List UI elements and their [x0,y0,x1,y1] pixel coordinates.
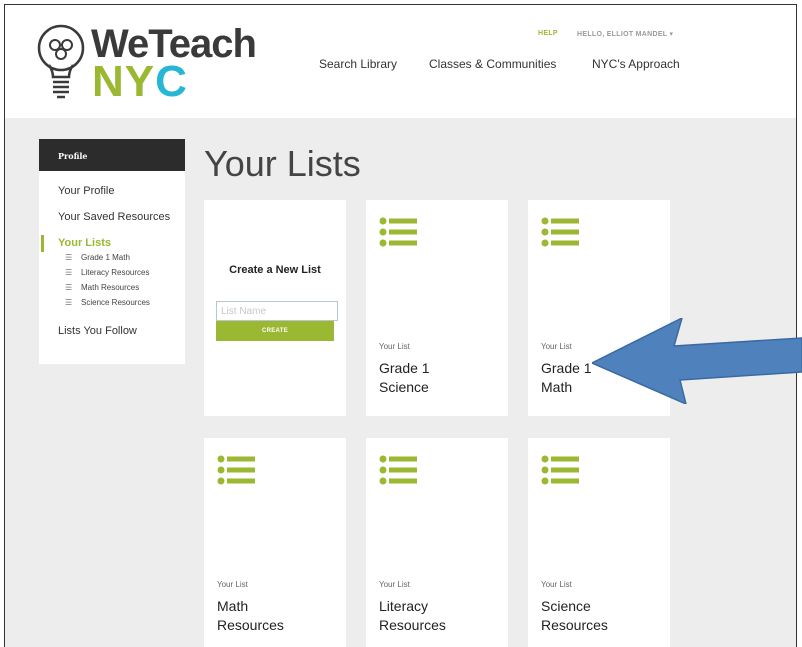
card-name-line1: Science [541,598,591,614]
logo-letter-c: C [155,57,188,106]
list-icon [379,217,417,247]
list-icon: ☰ [65,298,73,307]
list-card[interactable]: Your List Science Resources [528,438,670,647]
sidebar-sublist-item[interactable]: ☰ Science Resources [65,298,150,307]
card-name-line1: Grade 1 [541,360,592,376]
sublist-label: Grade 1 Math [81,253,130,262]
logo-letter-y: Y [124,57,156,106]
card-name-line2: Resources [217,617,284,633]
sidebar-item-saved-resources[interactable]: Your Saved Resources [58,211,170,223]
page-title: Your Lists [204,143,361,184]
card-kicker: Your List [379,580,410,589]
list-icon [541,455,579,485]
card-name-line2: Science [379,379,429,395]
sidebar-sublist-item[interactable]: ☰ Math Resources [65,283,139,292]
list-icon: ☰ [65,283,73,292]
create-list-heading: Create a New List [229,264,321,276]
sidebar-item-your-lists[interactable]: Your Lists [58,237,111,249]
card-name-line2: Resources [379,617,446,633]
list-icon [217,455,255,485]
create-button[interactable]: CREATE [216,321,334,341]
list-icon [541,217,579,247]
lightbulb-icon [37,24,85,99]
sublist-label: Math Resources [81,283,140,292]
profile-sidebar: Profile Your Profile Your Saved Resource… [39,139,185,364]
logo-letter-n: N [92,57,125,106]
card-name-line1: Literacy [379,598,429,614]
list-card[interactable]: Your List Literacy Resources [366,438,508,647]
card-name-line1: Math [217,598,249,614]
site-logo[interactable]: WeTeach NYC [35,19,257,109]
sidebar-item-lists-you-follow[interactable]: Lists You Follow [58,325,137,337]
card-name-line2: Math [541,379,573,395]
card-name-line2: Resources [541,617,608,633]
site-header: WeTeach NYC HELP HELLO, ELLIOT MANDEL ▾ … [5,5,796,118]
help-link[interactable]: HELP [538,30,558,37]
list-card[interactable]: Your List Grade 1 Science [366,200,508,416]
sidebar-heading: Profile [39,139,185,171]
sublist-label: Science Resources [81,298,150,307]
list-icon [379,455,417,485]
create-list-card: Create a New List CREATE [204,200,346,416]
nav-nyc-approach[interactable]: NYC's Approach [592,57,680,71]
active-indicator [41,235,44,252]
list-name-input[interactable] [216,301,338,321]
nav-classes-communities[interactable]: Classes & Communities [429,57,556,71]
card-kicker: Your List [541,580,572,589]
card-kicker: Your List [541,342,572,351]
user-menu[interactable]: HELLO, ELLIOT MANDEL ▾ [577,30,673,38]
nav-search-library[interactable]: Search Library [319,57,397,71]
logo-nyc: NYC [92,59,188,105]
card-name-line1: Grade 1 [379,360,430,376]
card-kicker: Your List [217,580,248,589]
list-icon: ☰ [65,268,73,277]
card-kicker: Your List [379,342,410,351]
list-icon: ☰ [65,253,73,262]
sidebar-item-your-profile[interactable]: Your Profile [58,185,114,197]
sublist-label: Literacy Resources [81,268,150,277]
sidebar-sublist-item[interactable]: ☰ Grade 1 Math [65,253,130,262]
sidebar-sublist-item[interactable]: ☰ Literacy Resources [65,268,149,277]
annotation-arrow [592,318,802,404]
list-card[interactable]: Your List Math Resources [204,438,346,647]
